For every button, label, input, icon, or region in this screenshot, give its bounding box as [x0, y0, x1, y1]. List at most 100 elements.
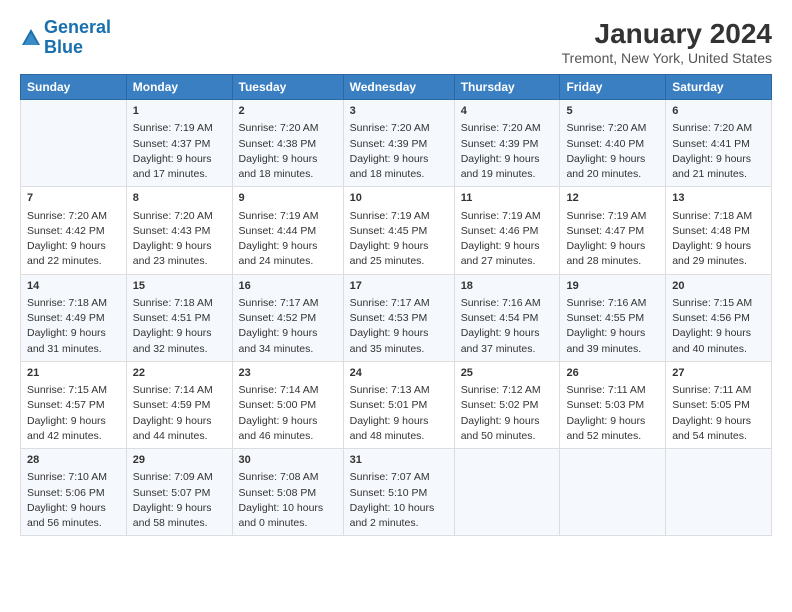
cell-content: Sunrise: 7:07 AM Sunset: 5:10 PM Dayligh…	[350, 470, 448, 531]
calendar-cell	[454, 449, 560, 536]
day-number: 24	[350, 366, 448, 381]
cell-content: Sunrise: 7:16 AM Sunset: 4:55 PM Dayligh…	[566, 296, 659, 357]
day-number: 22	[133, 366, 226, 381]
day-number: 6	[672, 104, 765, 119]
day-number: 20	[672, 279, 765, 294]
day-number: 8	[133, 191, 226, 206]
day-number: 13	[672, 191, 765, 206]
cell-content: Sunrise: 7:17 AM Sunset: 4:52 PM Dayligh…	[239, 296, 337, 357]
calendar-cell: 5Sunrise: 7:20 AM Sunset: 4:40 PM Daylig…	[560, 100, 666, 187]
cell-content: Sunrise: 7:19 AM Sunset: 4:37 PM Dayligh…	[133, 121, 226, 182]
calendar-table: SundayMondayTuesdayWednesdayThursdayFrid…	[20, 74, 772, 536]
subtitle: Tremont, New York, United States	[562, 50, 772, 66]
calendar-cell	[21, 100, 127, 187]
cell-content: Sunrise: 7:20 AM Sunset: 4:39 PM Dayligh…	[461, 121, 554, 182]
calendar-cell: 19 Sunrise: 7:16 AM Sunset: 4:55 PM Dayli…	[560, 274, 666, 361]
cell-content: Sunrise: 7:16 AM Sunset: 4:54 PM Dayligh…	[461, 296, 554, 357]
calendar-cell: 14 Sunrise: 7:18 AM Sunset: 4:49 PM Dayli…	[21, 274, 127, 361]
week-row-4: 21 Sunrise: 7:15 AM Sunset: 4:57 PM Dayli…	[21, 361, 772, 448]
day-number: 10	[350, 191, 448, 206]
calendar-cell: 25Sunrise: 7:12 AM Sunset: 5:02 PM Dayli…	[454, 361, 560, 448]
calendar-cell: 29 Sunrise: 7:09 AM Sunset: 5:07 PM Dayli…	[126, 449, 232, 536]
calendar-cell: 20 Sunrise: 7:15 AM Sunset: 4:56 PM Dayli…	[666, 274, 772, 361]
header-cell-tuesday: Tuesday	[232, 75, 343, 100]
header-cell-wednesday: Wednesday	[343, 75, 454, 100]
cell-content: Sunrise: 7:18 AM Sunset: 4:48 PM Dayligh…	[672, 209, 765, 270]
cell-content: Sunrise: 7:20 AM Sunset: 4:42 PM Dayligh…	[27, 209, 120, 270]
week-row-5: 28Sunrise: 7:10 AM Sunset: 5:06 PM Dayli…	[21, 449, 772, 536]
day-number: 18	[461, 279, 554, 294]
calendar-cell: 21 Sunrise: 7:15 AM Sunset: 4:57 PM Dayli…	[21, 361, 127, 448]
calendar-cell: 9 Sunrise: 7:19 AM Sunset: 4:44 PM Daylig…	[232, 187, 343, 274]
day-number: 16	[239, 279, 337, 294]
day-number: 30	[239, 453, 337, 468]
day-number: 12	[566, 191, 659, 206]
calendar-cell: 22 Sunrise: 7:14 AM Sunset: 4:59 PM Dayli…	[126, 361, 232, 448]
calendar-cell: 30 Sunrise: 7:08 AM Sunset: 5:08 PM Dayli…	[232, 449, 343, 536]
logo-line2: Blue	[44, 37, 83, 57]
day-number: 1	[133, 104, 226, 119]
day-number: 27	[672, 366, 765, 381]
cell-content: Sunrise: 7:13 AM Sunset: 5:01 PM Dayligh…	[350, 383, 448, 444]
day-number: 19	[566, 279, 659, 294]
cell-content: Sunrise: 7:14 AM Sunset: 4:59 PM Dayligh…	[133, 383, 226, 444]
logo-icon	[20, 27, 42, 49]
calendar-cell: 28Sunrise: 7:10 AM Sunset: 5:06 PM Dayli…	[21, 449, 127, 536]
day-number: 15	[133, 279, 226, 294]
day-number: 9	[239, 191, 337, 206]
cell-content: Sunrise: 7:19 AM Sunset: 4:47 PM Dayligh…	[566, 209, 659, 270]
calendar-cell: 24 Sunrise: 7:13 AM Sunset: 5:01 PM Dayli…	[343, 361, 454, 448]
cell-content: Sunrise: 7:20 AM Sunset: 4:40 PM Dayligh…	[566, 121, 659, 182]
calendar-body: 1 Sunrise: 7:19 AM Sunset: 4:37 PM Daylig…	[21, 100, 772, 536]
cell-content: Sunrise: 7:08 AM Sunset: 5:08 PM Dayligh…	[239, 470, 337, 531]
week-row-3: 14 Sunrise: 7:18 AM Sunset: 4:49 PM Dayli…	[21, 274, 772, 361]
logo: General Blue	[20, 18, 111, 58]
calendar-cell: 12 Sunrise: 7:19 AM Sunset: 4:47 PM Dayli…	[560, 187, 666, 274]
cell-content: Sunrise: 7:20 AM Sunset: 4:41 PM Dayligh…	[672, 121, 765, 182]
day-number: 3	[350, 104, 448, 119]
calendar-cell: 8 Sunrise: 7:20 AM Sunset: 4:43 PM Daylig…	[126, 187, 232, 274]
cell-content: Sunrise: 7:15 AM Sunset: 4:57 PM Dayligh…	[27, 383, 120, 444]
cell-content: Sunrise: 7:20 AM Sunset: 4:43 PM Dayligh…	[133, 209, 226, 270]
calendar-cell: 26Sunrise: 7:11 AM Sunset: 5:03 PM Dayli…	[560, 361, 666, 448]
cell-content: Sunrise: 7:19 AM Sunset: 4:44 PM Dayligh…	[239, 209, 337, 270]
day-number: 21	[27, 366, 120, 381]
page: General Blue January 2024 Tremont, New Y…	[0, 0, 792, 612]
calendar-cell: 13 Sunrise: 7:18 AM Sunset: 4:48 PM Dayli…	[666, 187, 772, 274]
day-number: 4	[461, 104, 554, 119]
calendar-header: SundayMondayTuesdayWednesdayThursdayFrid…	[21, 75, 772, 100]
calendar-cell: 15 Sunrise: 7:18 AM Sunset: 4:51 PM Dayli…	[126, 274, 232, 361]
header: General Blue January 2024 Tremont, New Y…	[20, 18, 772, 66]
day-number: 23	[239, 366, 337, 381]
cell-content: Sunrise: 7:20 AM Sunset: 4:38 PM Dayligh…	[239, 121, 337, 182]
cell-content: Sunrise: 7:17 AM Sunset: 4:53 PM Dayligh…	[350, 296, 448, 357]
calendar-cell: 4 Sunrise: 7:20 AM Sunset: 4:39 PM Daylig…	[454, 100, 560, 187]
calendar-cell: 10Sunrise: 7:19 AM Sunset: 4:45 PM Dayli…	[343, 187, 454, 274]
header-cell-saturday: Saturday	[666, 75, 772, 100]
calendar-cell: 27Sunrise: 7:11 AM Sunset: 5:05 PM Dayli…	[666, 361, 772, 448]
calendar-cell: 17Sunrise: 7:17 AM Sunset: 4:53 PM Dayli…	[343, 274, 454, 361]
cell-content: Sunrise: 7:18 AM Sunset: 4:49 PM Dayligh…	[27, 296, 120, 357]
calendar-cell: 2 Sunrise: 7:20 AM Sunset: 4:38 PM Daylig…	[232, 100, 343, 187]
day-number: 2	[239, 104, 337, 119]
header-cell-friday: Friday	[560, 75, 666, 100]
calendar-cell: 23Sunrise: 7:14 AM Sunset: 5:00 PM Dayli…	[232, 361, 343, 448]
day-number: 14	[27, 279, 120, 294]
cell-content: Sunrise: 7:15 AM Sunset: 4:56 PM Dayligh…	[672, 296, 765, 357]
main-title: January 2024	[562, 18, 772, 50]
cell-content: Sunrise: 7:20 AM Sunset: 4:39 PM Dayligh…	[350, 121, 448, 182]
cell-content: Sunrise: 7:12 AM Sunset: 5:02 PM Dayligh…	[461, 383, 554, 444]
day-number: 31	[350, 453, 448, 468]
calendar-cell	[666, 449, 772, 536]
day-number: 29	[133, 453, 226, 468]
day-number: 26	[566, 366, 659, 381]
calendar-cell	[560, 449, 666, 536]
calendar-cell: 1 Sunrise: 7:19 AM Sunset: 4:37 PM Daylig…	[126, 100, 232, 187]
calendar-cell: 6 Sunrise: 7:20 AM Sunset: 4:41 PM Daylig…	[666, 100, 772, 187]
cell-content: Sunrise: 7:09 AM Sunset: 5:07 PM Dayligh…	[133, 470, 226, 531]
cell-content: Sunrise: 7:18 AM Sunset: 4:51 PM Dayligh…	[133, 296, 226, 357]
calendar-cell: 7Sunrise: 7:20 AM Sunset: 4:42 PM Daylig…	[21, 187, 127, 274]
logo-text: General Blue	[44, 18, 111, 58]
calendar-cell: 16 Sunrise: 7:17 AM Sunset: 4:52 PM Dayli…	[232, 274, 343, 361]
calendar-cell: 18 Sunrise: 7:16 AM Sunset: 4:54 PM Dayli…	[454, 274, 560, 361]
